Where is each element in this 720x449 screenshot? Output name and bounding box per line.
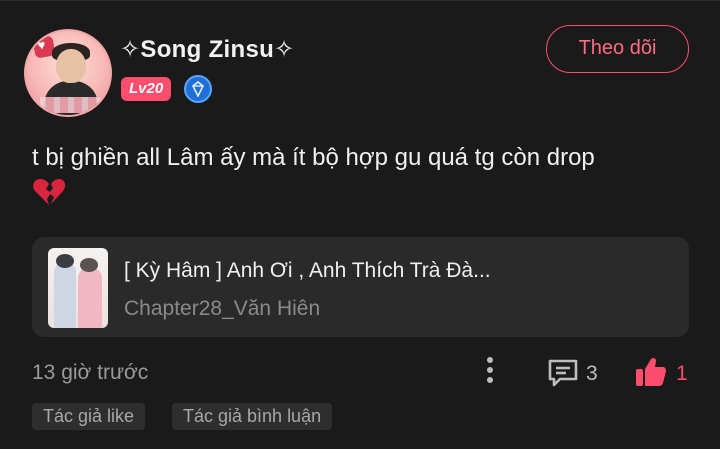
tag-author-liked: Tác giả like bbox=[32, 403, 146, 430]
comment-card: ✧Song Zinsu✧ Lv20 Theo dõi t bị ghiền al… bbox=[0, 0, 720, 449]
story-cover-image bbox=[48, 248, 108, 328]
post-timestamp: 13 giờ trước bbox=[32, 361, 149, 384]
story-title: [ Kỳ Hâm ] Anh Ơi , Anh Thích Trà Đà... bbox=[124, 259, 491, 282]
like-count: 1 bbox=[676, 362, 688, 385]
post-text: t bị ghiền all Lâm ấy mà ít bộ hợp gu qu… bbox=[32, 144, 595, 171]
thumbs-up-icon[interactable] bbox=[634, 355, 668, 394]
more-options-icon[interactable] bbox=[484, 357, 496, 385]
story-link-card[interactable]: [ Kỳ Hâm ] Anh Ơi , Anh Thích Trà Đà... … bbox=[32, 237, 689, 337]
avatar[interactable] bbox=[24, 29, 112, 117]
username[interactable]: ✧Song Zinsu✧ bbox=[120, 35, 294, 64]
tag-author-commented: Tác giả bình luận bbox=[172, 403, 333, 430]
avatar-frame-flowers bbox=[32, 97, 104, 113]
verified-badge-icon bbox=[184, 75, 212, 103]
broken-heart-icon bbox=[32, 177, 66, 212]
comment-icon[interactable] bbox=[546, 357, 580, 394]
follow-button[interactable]: Theo dõi bbox=[546, 25, 689, 73]
story-chapter: Chapter28_Văn Hiên bbox=[124, 297, 321, 320]
level-badge: Lv20 bbox=[121, 77, 172, 101]
comment-count: 3 bbox=[586, 362, 598, 385]
